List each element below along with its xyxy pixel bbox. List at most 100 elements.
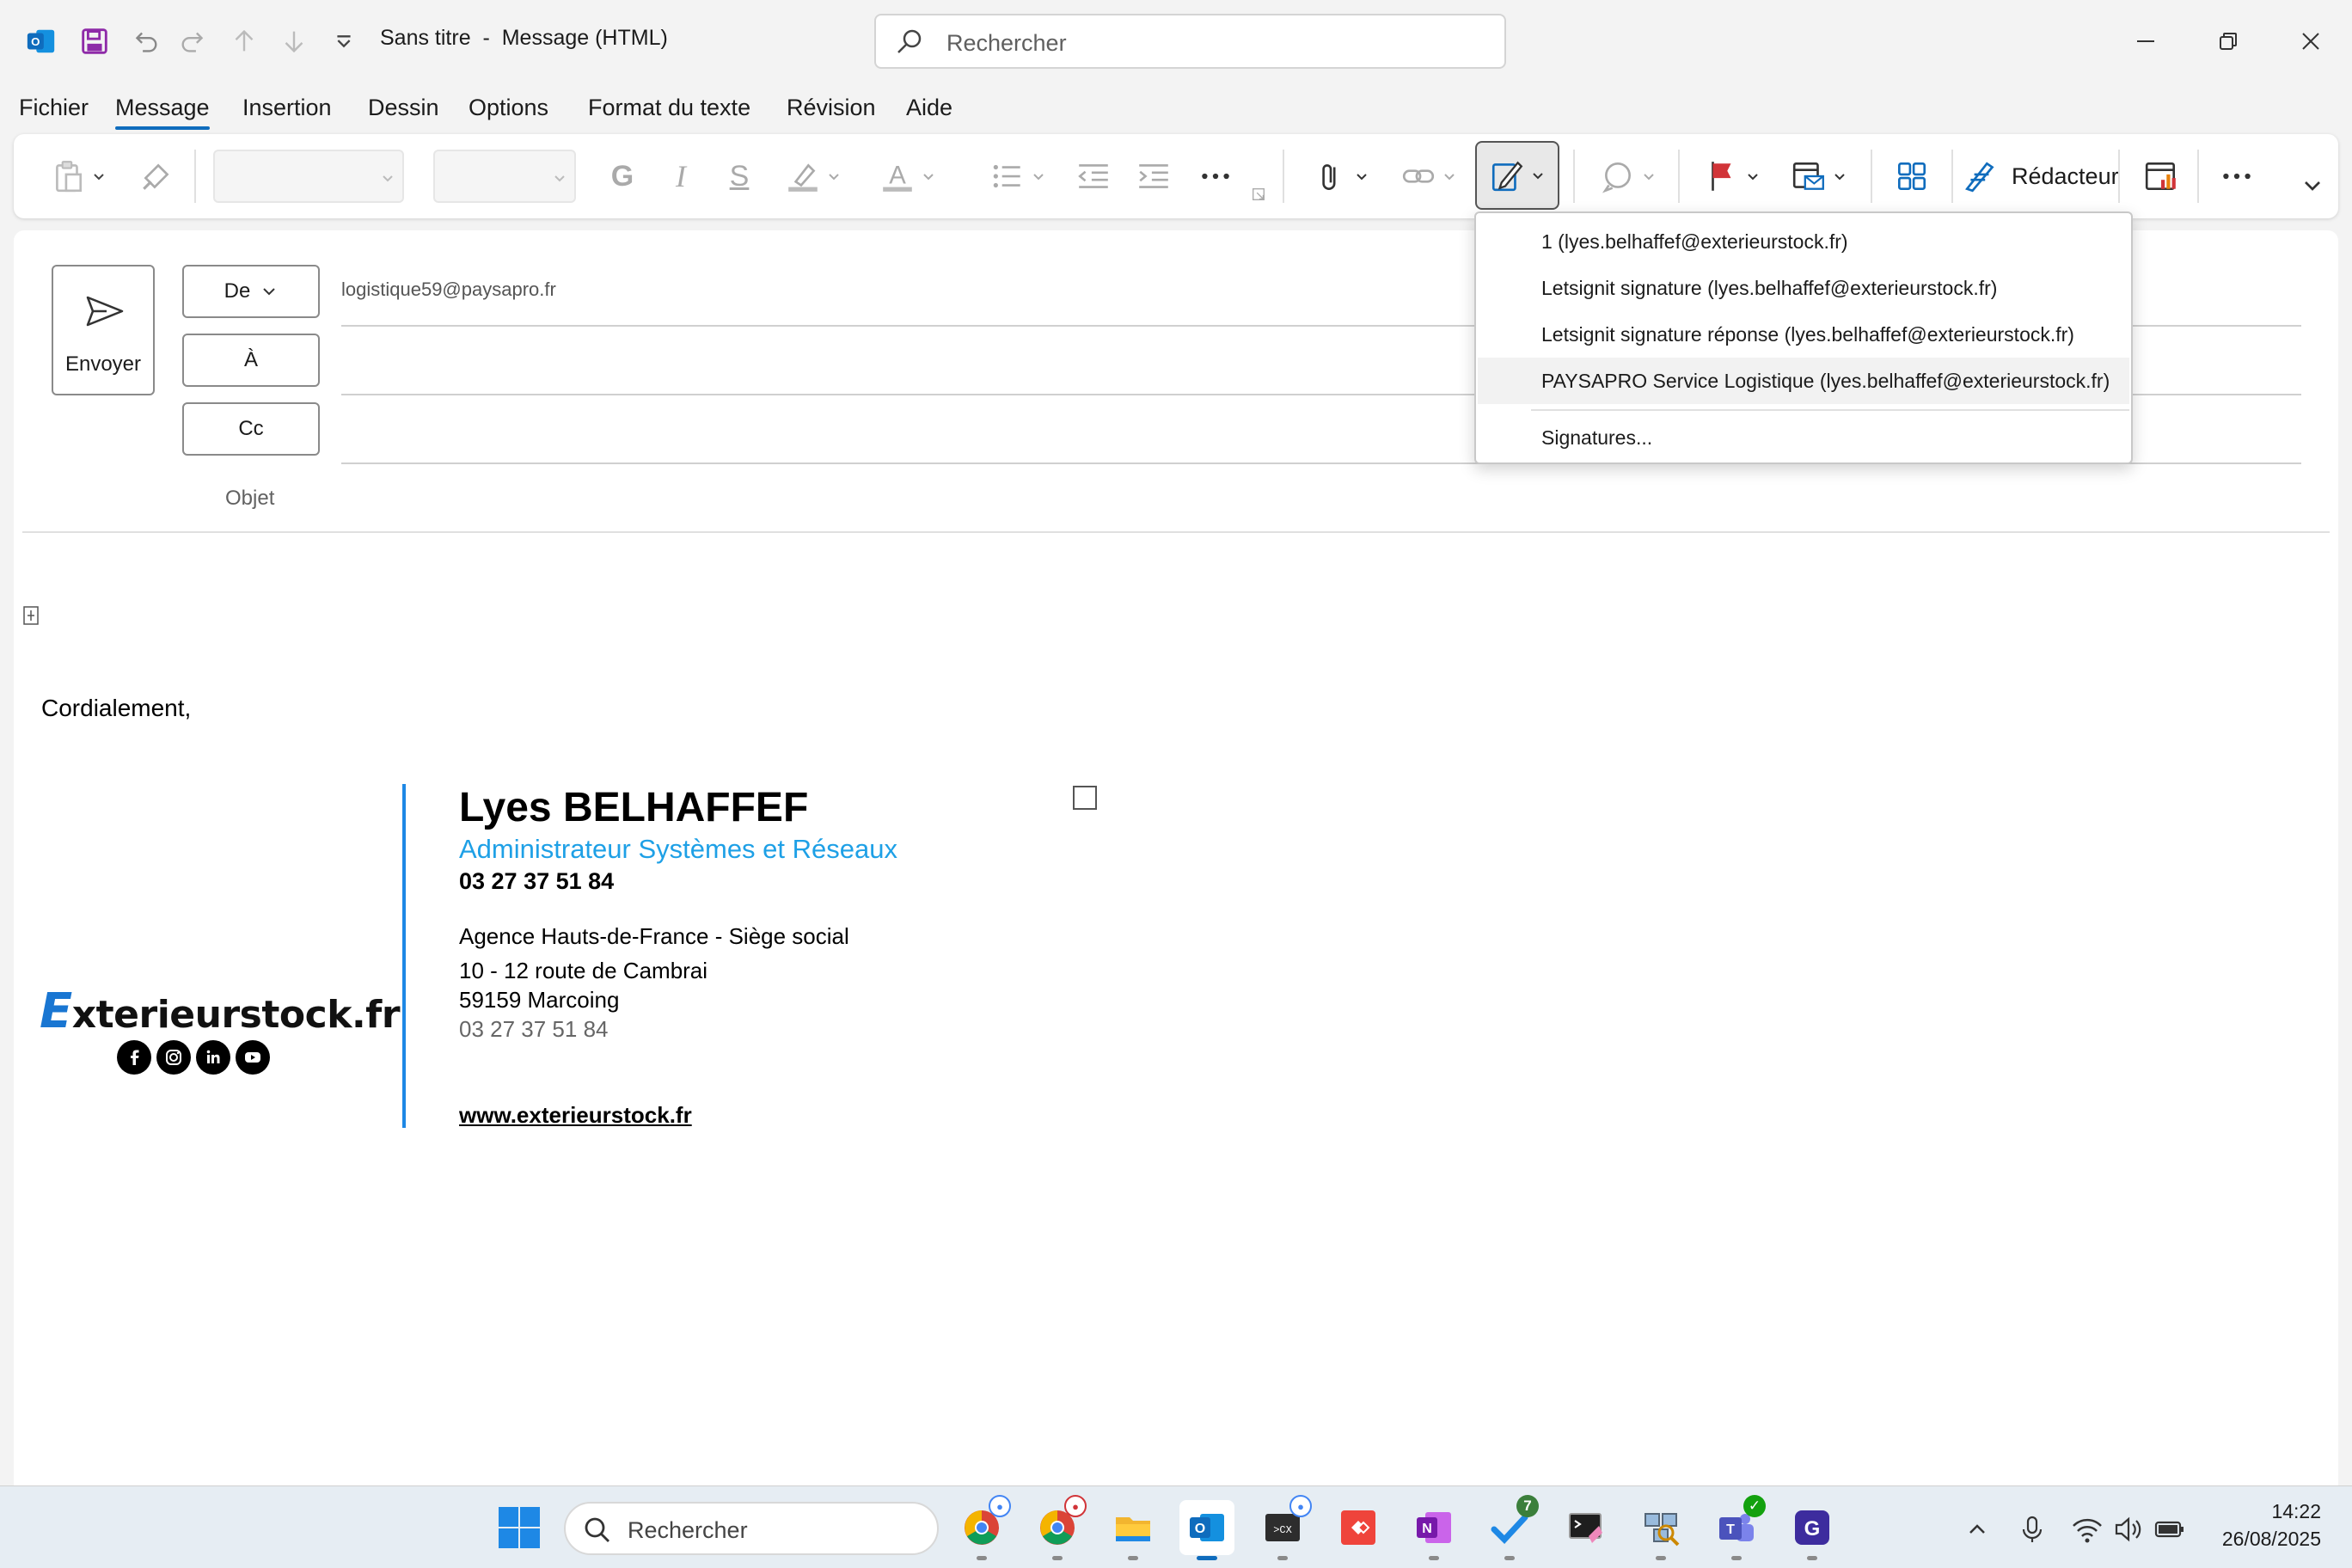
tab-fichier[interactable]: Fichier: [19, 95, 89, 121]
app-g-icon[interactable]: G: [1785, 1500, 1840, 1560]
todo-icon[interactable]: 7: [1482, 1495, 1539, 1560]
taskbar-search[interactable]: Rechercher: [564, 1502, 939, 1555]
format-painter-button[interactable]: [132, 151, 181, 201]
close-button[interactable]: [2276, 17, 2345, 65]
signature-menu-item[interactable]: 1 (lyes.belhaffef@exterieurstock.fr): [1478, 218, 2129, 265]
more-formatting-button[interactable]: [1191, 151, 1240, 201]
apps-grid-icon: [1897, 162, 1926, 191]
customize-qat-icon[interactable]: [322, 19, 366, 64]
paste-button[interactable]: [40, 151, 117, 201]
bullet-list-icon: [993, 164, 1020, 188]
table-move-handle-icon[interactable]: [22, 605, 41, 628]
tab-options[interactable]: Options: [469, 95, 548, 121]
undo-icon[interactable]: [122, 19, 167, 64]
tab-format-du-texte[interactable]: Format du texte: [588, 95, 750, 121]
send-label: Envoyer: [64, 352, 142, 376]
signature-menu-item-hovered[interactable]: PAYSAPRO Service Logistique (lyes.belhaf…: [1478, 358, 2129, 404]
signature-menu-item[interactable]: Letsignit signature réponse (lyes.belhaf…: [1478, 311, 2129, 358]
bold-button[interactable]: G: [598, 151, 646, 201]
signature-menu-item[interactable]: Letsignit signature (lyes.belhaffef@exte…: [1478, 265, 2129, 311]
to-button[interactable]: À: [182, 334, 320, 387]
show-hidden-icons-icon[interactable]: [1960, 1512, 1994, 1547]
chrome-icon[interactable]: ●: [954, 1495, 1011, 1560]
signature-title: Administrateur Systèmes et Réseaux: [459, 834, 897, 864]
file-explorer-icon[interactable]: [1106, 1500, 1161, 1560]
redacteur-button[interactable]: Rédacteur: [1963, 151, 2135, 201]
chevron-down-icon: [1644, 174, 1654, 181]
attach-file-button[interactable]: [1300, 151, 1382, 201]
decrease-indent-button[interactable]: [1069, 151, 1118, 201]
insights-calendar-icon: [2145, 162, 2176, 191]
more-commands-button[interactable]: [2209, 151, 2264, 201]
save-icon[interactable]: [72, 19, 117, 64]
dialog-launcher-button[interactable]: [1248, 184, 1269, 205]
from-button[interactable]: De: [182, 265, 320, 318]
minimize-button[interactable]: [2111, 17, 2180, 65]
signatures-settings-item[interactable]: Signatures...: [1478, 414, 2129, 461]
link-button[interactable]: [1386, 151, 1472, 201]
paperclip-icon: [1322, 164, 1336, 190]
tab-message[interactable]: Message: [115, 95, 210, 130]
facebook-icon[interactable]: [117, 1040, 151, 1075]
underline-button[interactable]: S: [715, 151, 763, 201]
tab-insertion[interactable]: Insertion: [242, 95, 332, 121]
ribbon-separator: [194, 150, 196, 203]
microphone-icon[interactable]: [2015, 1512, 2049, 1547]
highlight-button[interactable]: [770, 151, 856, 201]
italic-button[interactable]: I: [657, 151, 705, 201]
increase-indent-button[interactable]: [1130, 151, 1178, 201]
font-size-combo[interactable]: [433, 150, 576, 203]
bullets-button[interactable]: [977, 151, 1059, 201]
subject-label[interactable]: Objet: [225, 487, 274, 511]
network-tool-icon[interactable]: [1633, 1500, 1688, 1560]
clock-time[interactable]: 14:22: [2252, 1500, 2321, 1523]
ribbon-separator: [1573, 150, 1575, 203]
ribbon-separator: [2118, 150, 2120, 203]
instagram-icon[interactable]: [156, 1040, 191, 1075]
to-label: À: [243, 348, 258, 371]
font-name-combo[interactable]: [213, 150, 404, 203]
highlighter-icon: [788, 163, 818, 192]
clock-date[interactable]: 26/08/2025: [2201, 1528, 2321, 1551]
search-input[interactable]: Rechercher: [874, 14, 1506, 69]
comment-button[interactable]: [1587, 151, 1669, 201]
tab-aide[interactable]: Aide: [906, 95, 952, 121]
follow-up-flag-button[interactable]: [1694, 151, 1771, 201]
youtube-icon[interactable]: [236, 1040, 270, 1075]
teams-icon[interactable]: T ✓: [1709, 1495, 1766, 1560]
cc-button[interactable]: Cc: [182, 402, 320, 456]
wifi-icon[interactable]: [2070, 1512, 2104, 1547]
signature-agency: Agence Hauts-de-France - Siège social: [459, 923, 849, 949]
windows-start-icon[interactable]: [495, 1504, 543, 1552]
delay-delivery-button[interactable]: [1776, 151, 1862, 201]
apps-button[interactable]: [1884, 151, 1939, 201]
search-icon: [585, 1517, 609, 1542]
chrome-profile-icon[interactable]: ●: [1030, 1495, 1087, 1560]
viva-insights-button[interactable]: [2134, 151, 2189, 201]
anydesk-icon[interactable]: [1331, 1500, 1386, 1555]
signature-pen-icon: [1491, 161, 1523, 192]
volume-icon[interactable]: [2111, 1512, 2146, 1547]
arrow-down-icon[interactable]: [272, 19, 316, 64]
arrow-up-icon[interactable]: [222, 19, 266, 64]
terminal-icon[interactable]: >CX ●: [1255, 1495, 1312, 1560]
linkedin-icon[interactable]: [196, 1040, 230, 1075]
greeting-text[interactable]: Cordialement,: [41, 695, 191, 722]
signature-menu: 1 (lyes.belhaffef@exterieurstock.fr) Let…: [1474, 211, 2133, 464]
ribbon-expand-button[interactable]: [2295, 168, 2330, 203]
outlook-icon[interactable]: O: [1179, 1500, 1234, 1560]
taskbar-search-placeholder: Rechercher: [628, 1517, 748, 1543]
font-color-button[interactable]: A: [865, 151, 951, 201]
send-button[interactable]: Envoyer: [52, 265, 155, 395]
restore-button[interactable]: [2194, 17, 2263, 65]
signature-website-link[interactable]: www.exterieurstock.fr: [459, 1102, 692, 1129]
putty-icon[interactable]: [1558, 1500, 1613, 1555]
image-placeholder-checkbox[interactable]: [1073, 786, 1097, 810]
cc-label: Cc: [238, 417, 264, 440]
onenote-icon[interactable]: N: [1406, 1500, 1461, 1560]
signature-button[interactable]: [1475, 141, 1559, 210]
redo-icon[interactable]: [172, 19, 217, 64]
tab-revision[interactable]: Révision: [787, 95, 876, 121]
tab-dessin[interactable]: Dessin: [368, 95, 439, 121]
battery-icon[interactable]: [2153, 1512, 2187, 1547]
